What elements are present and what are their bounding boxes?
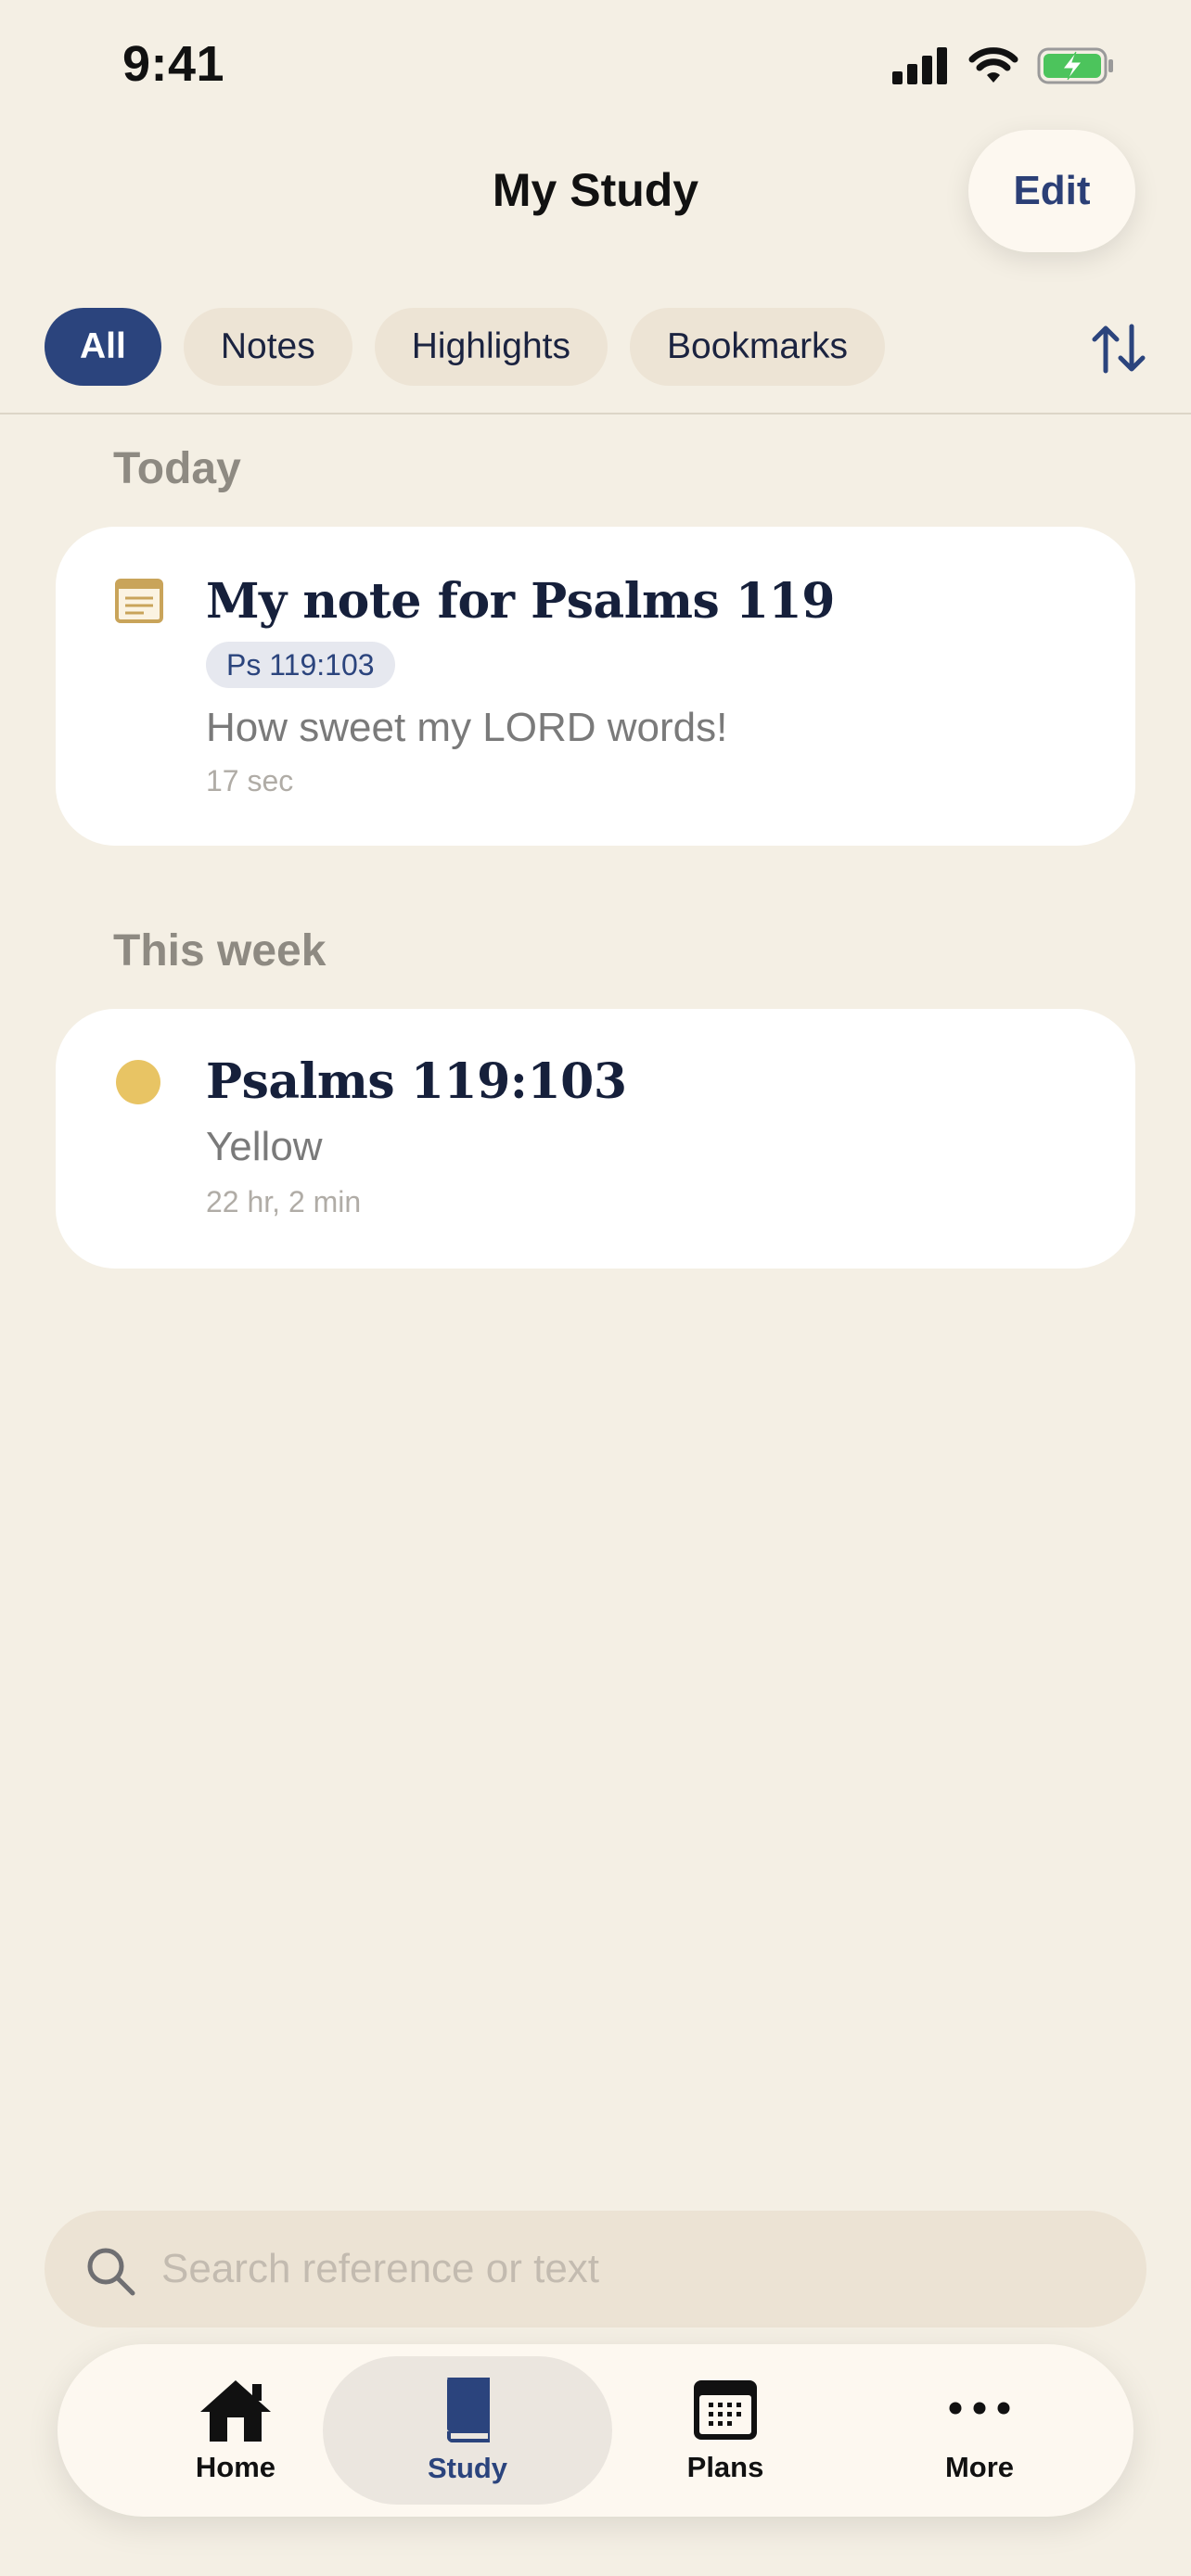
status-icons [892,46,1115,85]
filter-all[interactable]: All [45,308,161,386]
item-title: Psalms 119:103 [206,1053,627,1110]
item-text: Yellow [206,1124,323,1169]
tab-label: More [944,2451,1015,2483]
item-text: How sweet my LORD words! [206,705,728,750]
header: My Study Edit [0,130,1191,260]
item-timestamp: 22 hr, 2 min [206,1185,362,1218]
tab-label: Plans [686,2451,764,2483]
filter-chips: All Notes Highlights Bookmarks [45,308,886,386]
calendar-icon [694,2380,757,2440]
sort-button[interactable] [1087,317,1150,380]
sort-icon [1092,324,1146,374]
search-input[interactable] [161,2211,1089,2327]
home-icon [200,2380,271,2442]
section-label-this-week: This week [113,926,327,976]
filter-notes[interactable]: Notes [183,308,352,386]
tab-bar: Home Study Plans More [58,2344,1133,2517]
ellipsis-icon [949,2402,1010,2415]
tab-label: Home [195,2451,276,2483]
status-time: 9:41 [122,36,225,92]
section-label-today: Today [113,444,241,493]
study-item-highlight[interactable]: Psalms 119:103 Yellow 22 hr, 2 min [56,1009,1135,1269]
tab-more[interactable]: More [850,2344,1109,2517]
tab-plans[interactable]: Plans [596,2344,855,2517]
battery-charging-icon [1037,47,1113,84]
reference-badge[interactable]: Ps 119:103 [206,642,395,688]
signal-icon [892,47,947,84]
tab-study[interactable]: Study [323,2356,612,2505]
item-timestamp: 17 sec [206,764,294,797]
study-item-note[interactable]: My note for Psalms 119 Ps 119:103 How sw… [56,527,1135,846]
status-bar: 9:41 [0,0,1191,130]
tab-label: Study [427,2452,508,2484]
search-icon [87,2248,135,2296]
filter-highlights[interactable]: Highlights [374,308,608,386]
filter-bookmarks[interactable]: Bookmarks [630,308,886,386]
note-icon [115,579,163,623]
edit-button[interactable]: Edit [968,130,1135,252]
wifi-icon [968,47,1018,83]
search-bar [45,2211,1146,2327]
book-icon [447,2378,490,2442]
item-title: My note for Psalms 119 [206,573,835,630]
divider [0,413,1191,414]
highlight-dot-icon [116,1060,160,1104]
